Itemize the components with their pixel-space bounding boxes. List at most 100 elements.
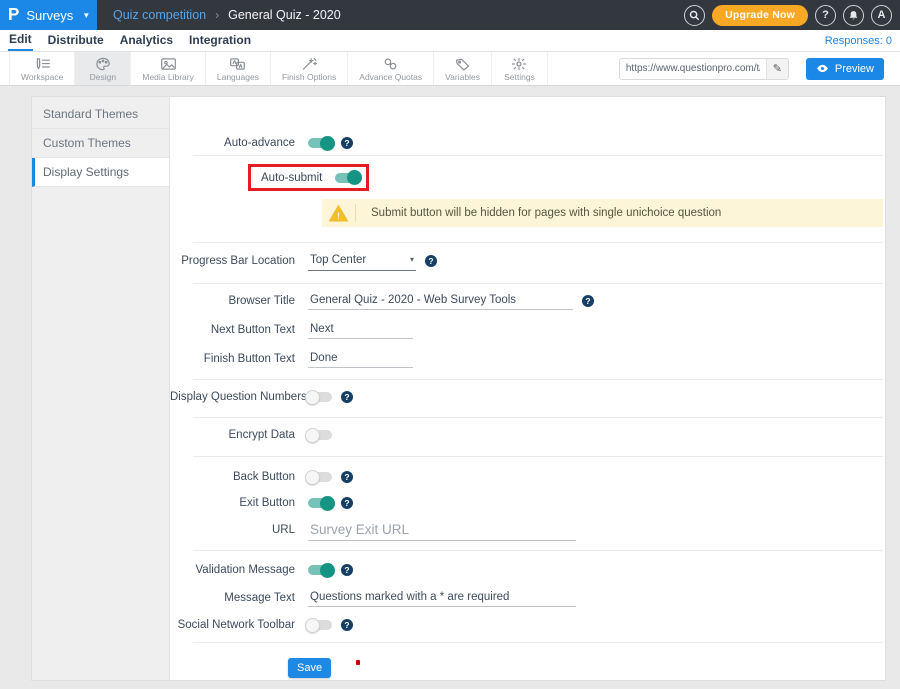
- sidebar-item-display-settings[interactable]: Display Settings: [32, 158, 169, 187]
- preview-button[interactable]: Preview: [806, 58, 884, 80]
- divider: [193, 550, 883, 551]
- warning-triangle-icon: !: [329, 205, 349, 222]
- edit-url-pencil-icon[interactable]: ✎: [766, 59, 788, 79]
- auto-advance-row: Auto-advance ?: [170, 131, 885, 155]
- help-icon[interactable]: ?: [815, 5, 836, 26]
- display-settings-content: Auto-advance ? Auto-submit ! Submit butt…: [170, 97, 885, 680]
- divider: [193, 417, 883, 418]
- divider: [193, 283, 883, 284]
- gear-icon: [511, 56, 527, 71]
- toolbar-item-settings[interactable]: Settings: [492, 52, 548, 85]
- progress-bar-help-icon[interactable]: ?: [425, 255, 437, 267]
- survey-url-input[interactable]: [620, 63, 766, 74]
- toolbar-item-design[interactable]: Design: [75, 52, 131, 85]
- question-numbers-label: Display Question Numbers: [170, 391, 308, 403]
- social-toolbar-help-icon[interactable]: ?: [341, 619, 353, 631]
- brand-block[interactable]: P Surveys ▼: [0, 0, 97, 30]
- search-icon[interactable]: [684, 5, 705, 26]
- browser-title-help-icon[interactable]: ?: [582, 295, 594, 307]
- breadcrumb: Quiz competition › General Quiz - 2020: [113, 8, 341, 22]
- survey-url-box: ✎: [619, 58, 789, 80]
- auto-advance-toggle[interactable]: [308, 138, 332, 148]
- warning-banner: ! Submit button will be hidden for pages…: [322, 199, 883, 227]
- eye-icon: [816, 64, 829, 73]
- toolbar-item-finish-options[interactable]: Finish Options: [271, 52, 348, 85]
- progress-bar-label: Progress Bar Location: [170, 255, 308, 267]
- toolbar-item-media-library[interactable]: Media Library: [131, 52, 206, 85]
- toolbar-item-variables[interactable]: Variables: [434, 52, 492, 85]
- magic-wand-icon: [301, 56, 318, 71]
- finish-button-input[interactable]: [308, 350, 413, 368]
- design-toolbar: Workspace Design Media Library Languages…: [0, 52, 900, 86]
- exit-button-row: Exit Button ?: [170, 491, 885, 515]
- preview-label: Preview: [835, 63, 874, 75]
- browser-title-input[interactable]: [308, 292, 573, 310]
- breadcrumb-folder[interactable]: Quiz competition: [113, 8, 206, 22]
- browser-title-label: Browser Title: [170, 295, 308, 307]
- encrypt-data-row: Encrypt Data: [170, 423, 885, 447]
- notifications-bell-icon[interactable]: [843, 5, 864, 26]
- divider: [193, 642, 883, 643]
- exit-button-help-icon[interactable]: ?: [341, 497, 353, 509]
- annotation-red-box: Auto-submit: [248, 164, 369, 191]
- encrypt-data-toggle[interactable]: [308, 430, 332, 440]
- progress-bar-select[interactable]: Top Center ▾: [308, 252, 416, 271]
- warning-icon-wrap: !: [322, 204, 356, 222]
- validation-message-label: Validation Message: [170, 564, 308, 576]
- tab-edit[interactable]: Edit: [8, 30, 33, 51]
- auto-submit-toggle[interactable]: [335, 173, 359, 183]
- question-numbers-help-icon[interactable]: ?: [341, 391, 353, 403]
- validation-message-toggle[interactable]: [308, 565, 332, 575]
- exit-url-input[interactable]: [308, 520, 576, 541]
- validation-message-help-icon[interactable]: ?: [341, 564, 353, 576]
- tab-integration[interactable]: Integration: [188, 31, 252, 50]
- image-icon: [160, 56, 177, 71]
- message-text-label: Message Text: [170, 592, 308, 604]
- validation-message-row: Validation Message ?: [170, 558, 885, 582]
- next-button-input[interactable]: [308, 321, 413, 339]
- themes-sidebar: Standard Themes Custom Themes Display Se…: [32, 97, 170, 680]
- social-toolbar-toggle[interactable]: [308, 620, 332, 630]
- next-button-row: Next Button Text: [170, 319, 885, 341]
- social-toolbar-row: Social Network Toolbar ?: [170, 613, 885, 637]
- breadcrumb-survey-name: General Quiz - 2020: [228, 8, 341, 22]
- toolbar-right: ✎ Preview: [619, 52, 900, 85]
- save-row: Save: [288, 657, 885, 679]
- progress-bar-value: Top Center: [310, 254, 366, 266]
- chain-links-icon: [382, 56, 399, 71]
- exit-url-label: URL: [170, 524, 308, 536]
- tab-analytics[interactable]: Analytics: [119, 31, 174, 50]
- annotation-red-dot: [356, 660, 360, 665]
- surveys-menu-label: Surveys: [26, 8, 73, 23]
- auto-advance-label: Auto-advance: [170, 137, 308, 149]
- back-button-help-icon[interactable]: ?: [341, 471, 353, 483]
- question-numbers-toggle[interactable]: [308, 392, 332, 402]
- tab-distribute[interactable]: Distribute: [47, 31, 105, 50]
- next-button-label: Next Button Text: [170, 324, 308, 336]
- message-text-input[interactable]: [308, 589, 576, 607]
- toolbar-item-languages[interactable]: Languages: [206, 52, 271, 85]
- sidebar-item-custom-themes[interactable]: Custom Themes: [32, 129, 169, 158]
- finish-button-row: Finish Button Text: [170, 348, 885, 370]
- exit-button-toggle[interactable]: [308, 498, 332, 508]
- avatar[interactable]: A: [871, 5, 892, 26]
- divider: [193, 155, 883, 156]
- back-button-toggle[interactable]: [308, 472, 332, 482]
- divider: [193, 242, 883, 243]
- toolbar-item-advance-quotas[interactable]: Advance Quotas: [348, 52, 434, 85]
- save-button[interactable]: Save: [288, 658, 331, 678]
- auto-submit-row: Auto-submit: [248, 164, 885, 191]
- questionpro-logo-icon: P: [8, 5, 19, 26]
- warning-text: Submit button will be hidden for pages w…: [371, 207, 721, 219]
- toolbar-item-workspace[interactable]: Workspace: [9, 52, 75, 85]
- divider: [193, 379, 883, 380]
- responses-count[interactable]: Responses: 0: [825, 35, 892, 47]
- encrypt-data-label: Encrypt Data: [170, 429, 308, 441]
- sidebar-item-standard-themes[interactable]: Standard Themes: [32, 100, 169, 129]
- chevron-down-icon: ▼: [82, 11, 90, 20]
- question-numbers-row: Display Question Numbers ?: [170, 385, 885, 409]
- auto-advance-help-icon[interactable]: ?: [341, 137, 353, 149]
- upgrade-now-button[interactable]: Upgrade Now: [712, 5, 808, 26]
- exit-url-row: URL: [170, 518, 885, 542]
- breadcrumb-separator-icon: ›: [215, 8, 219, 22]
